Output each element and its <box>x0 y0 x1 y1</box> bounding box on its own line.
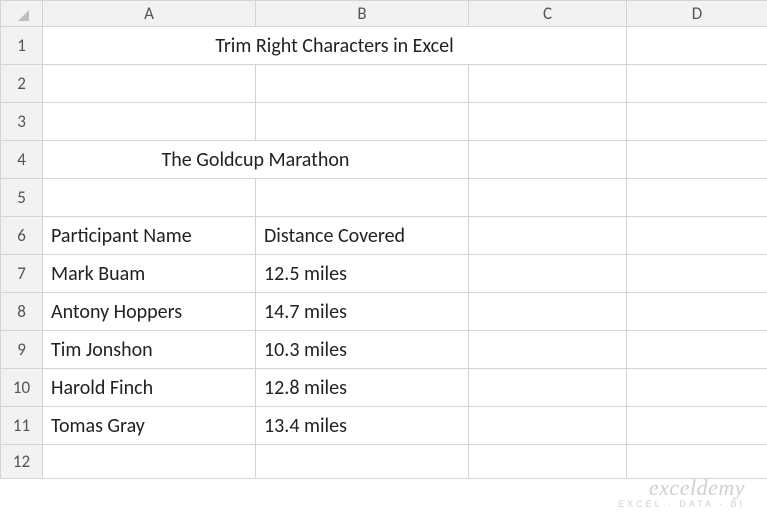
row-header-12[interactable]: 12 <box>1 445 43 479</box>
table-row: 10 Harold Finch 12.8 miles <box>1 369 767 407</box>
cell-B2[interactable] <box>256 65 469 103</box>
watermark-line2: EXCEL · DATA · BI <box>618 499 745 509</box>
cell-C7[interactable] <box>469 255 627 293</box>
cell-name[interactable]: Antony Hoppers <box>43 293 256 331</box>
row-header-9[interactable]: 9 <box>1 331 43 369</box>
row-3: 3 <box>1 103 767 141</box>
cell-C8[interactable] <box>469 293 627 331</box>
row-4: 4 The Goldcup Marathon <box>1 141 767 179</box>
cell-C10[interactable] <box>469 369 627 407</box>
cell-C2[interactable] <box>469 65 627 103</box>
cell-D7[interactable] <box>627 255 767 293</box>
row-1: 1 Trim Right Characters in Excel <box>1 27 767 65</box>
cell-name[interactable]: Harold Finch <box>43 369 256 407</box>
row-header-7[interactable]: 7 <box>1 255 43 293</box>
column-header-B[interactable]: B <box>256 1 469 27</box>
row-header-5[interactable]: 5 <box>1 179 43 217</box>
title-banner[interactable]: Trim Right Characters in Excel <box>43 27 627 65</box>
cell-D8[interactable] <box>627 293 767 331</box>
cell-name-text: Tim Jonshon <box>43 334 255 366</box>
column-header-row: A B C D <box>1 1 767 27</box>
table-header-participant-text: Participant Name <box>43 220 255 252</box>
watermark: exceldemy EXCEL · DATA · BI <box>618 475 745 509</box>
cell-C12[interactable] <box>469 445 627 479</box>
cell-dist-text: 13.4 miles <box>256 410 468 442</box>
cell-name-text: Antony Hoppers <box>43 296 255 328</box>
table-row: 9 Tim Jonshon 10.3 miles <box>1 331 767 369</box>
cell-D10[interactable] <box>627 369 767 407</box>
cell-C3[interactable] <box>469 103 627 141</box>
cell-A3[interactable] <box>43 103 256 141</box>
row-12: 12 <box>1 445 767 479</box>
row-header-8[interactable]: 8 <box>1 293 43 331</box>
title-text: Trim Right Characters in Excel <box>43 30 626 62</box>
cell-dist-text: 14.7 miles <box>256 296 468 328</box>
row-2: 2 <box>1 65 767 103</box>
cell-name[interactable]: Tim Jonshon <box>43 331 256 369</box>
section-title[interactable]: The Goldcup Marathon <box>43 141 469 179</box>
row-header-10[interactable]: 10 <box>1 369 43 407</box>
cell-B12[interactable] <box>256 445 469 479</box>
cell-A12[interactable] <box>43 445 256 479</box>
cell-D2[interactable] <box>627 65 767 103</box>
section-title-text: The Goldcup Marathon <box>43 144 468 176</box>
table-header-participant[interactable]: Participant Name <box>43 217 256 255</box>
row-header-6[interactable]: 6 <box>1 217 43 255</box>
cell-D1[interactable] <box>627 27 767 65</box>
cell-A2[interactable] <box>43 65 256 103</box>
cell-C5[interactable] <box>469 179 627 217</box>
cell-C6[interactable] <box>469 217 627 255</box>
row-header-1[interactable]: 1 <box>1 27 43 65</box>
cell-dist[interactable]: 13.4 miles <box>256 407 469 445</box>
cell-name-text: Mark Buam <box>43 258 255 290</box>
cell-dist[interactable]: 14.7 miles <box>256 293 469 331</box>
cell-dist-text: 10.3 miles <box>256 334 468 366</box>
cell-dist-text: 12.8 miles <box>256 372 468 404</box>
cell-dist-text: 12.5 miles <box>256 258 468 290</box>
row-5: 5 <box>1 179 767 217</box>
row-header-2[interactable]: 2 <box>1 65 43 103</box>
cell-dist[interactable]: 12.8 miles <box>256 369 469 407</box>
cell-D11[interactable] <box>627 407 767 445</box>
spreadsheet-grid[interactable]: A B C D 1 Trim Right Characters in Excel… <box>0 0 767 479</box>
table-header-distance-text: Distance Covered <box>256 220 468 252</box>
row-6: 6 Participant Name Distance Covered <box>1 217 767 255</box>
cell-D9[interactable] <box>627 331 767 369</box>
row-header-4[interactable]: 4 <box>1 141 43 179</box>
row-header-3[interactable]: 3 <box>1 103 43 141</box>
cell-dist[interactable]: 12.5 miles <box>256 255 469 293</box>
table-header-distance[interactable]: Distance Covered <box>256 217 469 255</box>
cell-name[interactable]: Mark Buam <box>43 255 256 293</box>
cell-B3[interactable] <box>256 103 469 141</box>
cell-name-text: Harold Finch <box>43 372 255 404</box>
cell-C9[interactable] <box>469 331 627 369</box>
column-header-A[interactable]: A <box>43 1 256 27</box>
row-header-11[interactable]: 11 <box>1 407 43 445</box>
column-header-D[interactable]: D <box>627 1 767 27</box>
select-all-corner[interactable] <box>1 1 43 27</box>
cell-name-text: Tomas Gray <box>43 410 255 442</box>
cell-D3[interactable] <box>627 103 767 141</box>
cell-dist[interactable]: 10.3 miles <box>256 331 469 369</box>
cell-A5[interactable] <box>43 179 256 217</box>
cell-D5[interactable] <box>627 179 767 217</box>
column-header-C[interactable]: C <box>469 1 627 27</box>
cell-D4[interactable] <box>627 141 767 179</box>
cell-B5[interactable] <box>256 179 469 217</box>
cell-name[interactable]: Tomas Gray <box>43 407 256 445</box>
cell-C4[interactable] <box>469 141 627 179</box>
cell-D12[interactable] <box>627 445 767 479</box>
table-row: 8 Antony Hoppers 14.7 miles <box>1 293 767 331</box>
table-row: 11 Tomas Gray 13.4 miles <box>1 407 767 445</box>
cell-D6[interactable] <box>627 217 767 255</box>
table-row: 7 Mark Buam 12.5 miles <box>1 255 767 293</box>
cell-C11[interactable] <box>469 407 627 445</box>
